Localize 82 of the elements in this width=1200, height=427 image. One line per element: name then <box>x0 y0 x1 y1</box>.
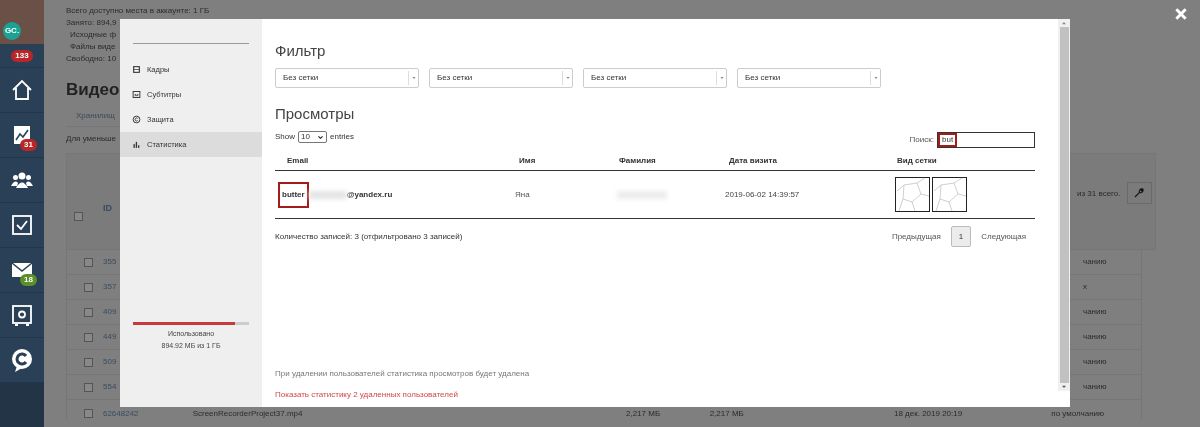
notification-badge: 18 <box>20 274 37 286</box>
close-button[interactable] <box>1174 7 1188 21</box>
section-heading: Просмотры <box>275 104 356 124</box>
chat-logo-icon <box>10 348 34 372</box>
date-text: 2019-06-02 14:39:57 <box>725 189 800 199</box>
storage-info-text: Исходные ф <box>69 29 117 41</box>
file-name-text: ScreenRecorderProject37.mp4 <box>192 409 303 418</box>
caret-icon <box>718 75 725 81</box>
video-type-text: чанию <box>1083 306 1107 318</box>
mesh-preview-drawing <box>895 177 930 212</box>
video-type-text: по умолчанию <box>1051 409 1105 418</box>
storage-info-text: Свободно: 10 <box>66 53 117 65</box>
film-icon <box>132 65 141 74</box>
name-text: Яна <box>515 189 530 199</box>
nav-item[interactable]: 31 <box>0 113 44 158</box>
pagination-button[interactable]: Следующая <box>981 230 1026 243</box>
subtitles-icon <box>132 90 141 99</box>
record-count-text: Количество записей: 3 (отфильтровано 3 записей) <box>275 230 463 243</box>
caret-icon <box>564 75 571 81</box>
checkbox[interactable] <box>84 382 93 392</box>
chevron-down-icon <box>317 133 324 141</box>
column-header[interactable]: Имя <box>519 156 536 165</box>
redacted-blur <box>308 190 347 199</box>
show-label: Show <box>275 131 295 143</box>
video-type-text: чанию <box>1083 256 1107 268</box>
checkbox[interactable] <box>84 307 93 317</box>
size-text: 2,217 МБ <box>625 409 661 418</box>
notification-badge: 133 <box>11 49 33 62</box>
deleted-users-link[interactable]: Показать статистику 2 удаленных пользователей <box>275 390 458 399</box>
copyright-icon <box>132 115 141 124</box>
total-count-text: из 31 всего. <box>1077 188 1121 200</box>
entries-label: entries <box>330 131 355 143</box>
pagination-button[interactable]: Предыдущая <box>891 230 941 243</box>
scrollbar[interactable] <box>1058 19 1070 391</box>
checkbox[interactable] <box>84 409 93 418</box>
checkbox[interactable] <box>84 357 93 367</box>
video-type-text: чанию <box>1083 356 1107 368</box>
search-field[interactable]: but <box>937 132 1035 148</box>
video-type-text: х <box>1083 281 1087 293</box>
storage-info-text: Всего доступно места в аккаунте: 1 ГБ <box>66 5 210 17</box>
checkbox-icon <box>10 213 34 237</box>
info-text: При удалении пользователей статистика просмотров будет удалена <box>275 368 531 380</box>
filter-dropdown[interactable]: Без сетки <box>583 68 727 88</box>
page-heading: Видео <box>66 79 120 101</box>
storage-info-text: Файлы виде <box>69 41 116 53</box>
checkbox[interactable] <box>84 257 93 267</box>
email-match-text: butter <box>278 181 309 208</box>
mesh-preview-drawing <box>932 177 967 212</box>
size-text: 2,217 МБ <box>709 409 744 418</box>
date-text: 18 дек. 2019 20:19 <box>893 409 963 418</box>
hint-text: Для уменьше <box>66 133 116 145</box>
email-text: @yandex.ru <box>346 188 393 201</box>
video-type-text: чанию <box>1083 381 1107 393</box>
scrollbar-thumb[interactable] <box>1059 27 1069 383</box>
checkbox[interactable] <box>84 282 93 292</box>
checkbox[interactable] <box>73 212 83 221</box>
caret-icon <box>872 75 879 81</box>
bar-chart-icon <box>132 140 141 149</box>
filter-dropdown[interactable]: Без сетки <box>275 68 419 88</box>
filter-dropdown[interactable]: Без сетки <box>429 68 573 88</box>
column-header[interactable]: Дата визита <box>729 156 777 165</box>
caret-icon <box>410 75 417 81</box>
notification-badge: 31 <box>20 139 37 151</box>
search-label: Поиск: <box>909 134 934 146</box>
pagination-button[interactable]: 1 <box>950 226 972 247</box>
storage-info-text: Занято: 894,9 <box>66 17 117 29</box>
avatar-initials-badge: GC. <box>3 22 21 40</box>
filter-dropdown[interactable]: Без сетки <box>737 68 881 88</box>
page-size-dropdown[interactable]: 10 <box>298 131 327 143</box>
column-header[interactable]: Вид сетки <box>897 156 937 165</box>
sidebar-footer <box>0 383 44 427</box>
section-heading: Фильтр <box>275 41 327 61</box>
checkbox[interactable] <box>84 332 93 342</box>
video-type-text: чанию <box>1083 331 1107 343</box>
column-header[interactable]: Email <box>287 156 309 165</box>
close-icon <box>1174 7 1188 21</box>
nav-item[interactable]: 18 <box>0 248 44 293</box>
column-header[interactable]: Фамилия <box>619 156 656 165</box>
wrench-icon <box>1133 187 1145 199</box>
home-icon <box>10 78 34 102</box>
safe-icon <box>10 303 34 327</box>
settings-button[interactable] <box>1126 182 1152 204</box>
